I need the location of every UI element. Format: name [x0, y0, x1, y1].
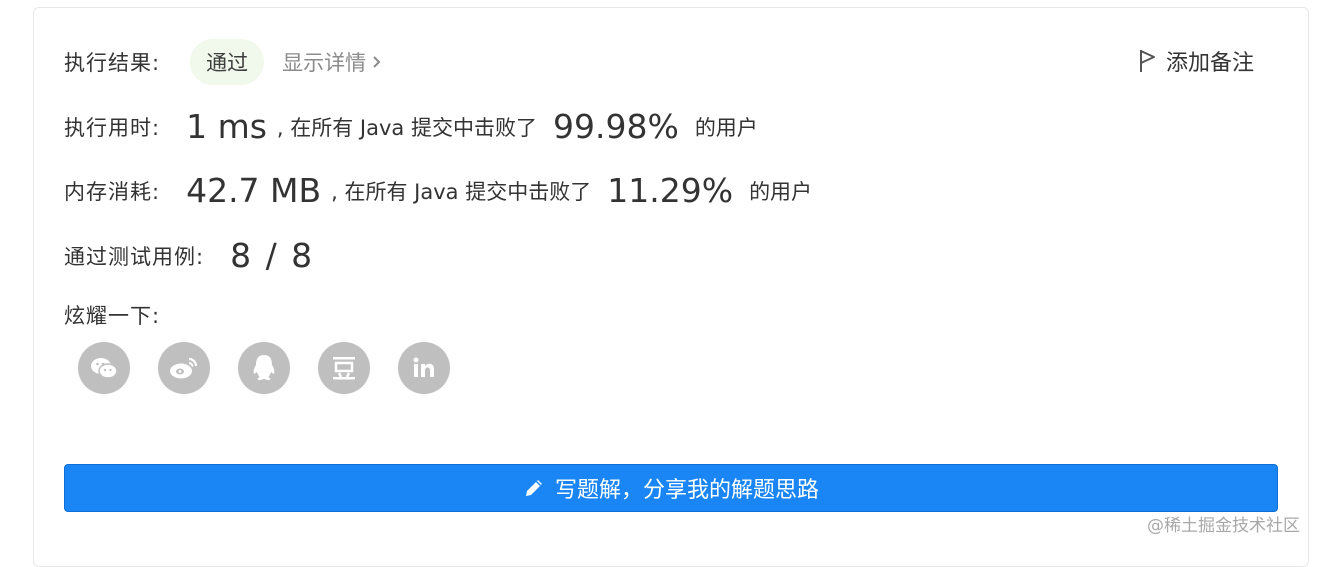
linkedin-icon[interactable]: [398, 342, 450, 394]
chevron-right-icon: [372, 55, 382, 69]
runtime-suffix: 的用户: [695, 112, 758, 142]
runtime-percent: 99.98%: [553, 107, 679, 146]
write-solution-button[interactable]: 写题解，分享我的解题思路: [64, 464, 1278, 512]
runtime-value: 1 ms: [186, 107, 267, 146]
add-note-button[interactable]: 添加备注: [1138, 45, 1254, 77]
pencil-icon: [523, 477, 545, 499]
testcases-row: 通过测试用例: 8 / 8: [64, 236, 312, 275]
status-badge: 通过: [190, 39, 264, 85]
douban-icon[interactable]: [318, 342, 370, 394]
runtime-label: 执行用时:: [64, 112, 160, 142]
memory-row: 内存消耗: 42.7 MB , 在所有 Java 提交中击败了 11.29% 的…: [64, 171, 812, 210]
social-share-icons: [78, 342, 450, 394]
result-label: 执行结果:: [64, 47, 160, 77]
show-details-label: 显示详情: [282, 47, 366, 77]
share-label: 炫耀一下:: [64, 300, 160, 330]
memory-percent: 11.29%: [607, 171, 733, 210]
watermark: @稀土掘金技术社区: [1147, 511, 1300, 536]
memory-value: 42.7 MB: [186, 171, 321, 210]
share-row: 炫耀一下:: [64, 300, 160, 330]
weibo-icon[interactable]: [158, 342, 210, 394]
write-solution-label: 写题解，分享我的解题思路: [555, 472, 819, 504]
show-details-link[interactable]: 显示详情: [282, 47, 382, 77]
add-note-label: 添加备注: [1166, 45, 1254, 77]
memory-suffix: 的用户: [749, 176, 812, 206]
memory-label: 内存消耗:: [64, 176, 160, 206]
qq-icon[interactable]: [238, 342, 290, 394]
wechat-icon[interactable]: [78, 342, 130, 394]
runtime-row: 执行用时: 1 ms , 在所有 Java 提交中击败了 99.98% 的用户: [64, 107, 758, 146]
flag-icon: [1138, 48, 1158, 74]
result-row: 执行结果: 通过 显示详情: [64, 39, 382, 85]
runtime-mid-text: , 在所有 Java 提交中击败了: [277, 112, 537, 142]
memory-mid-text: , 在所有 Java 提交中击败了: [331, 176, 591, 206]
testcases-label: 通过测试用例:: [64, 241, 204, 271]
testcases-value: 8 / 8: [230, 236, 312, 275]
